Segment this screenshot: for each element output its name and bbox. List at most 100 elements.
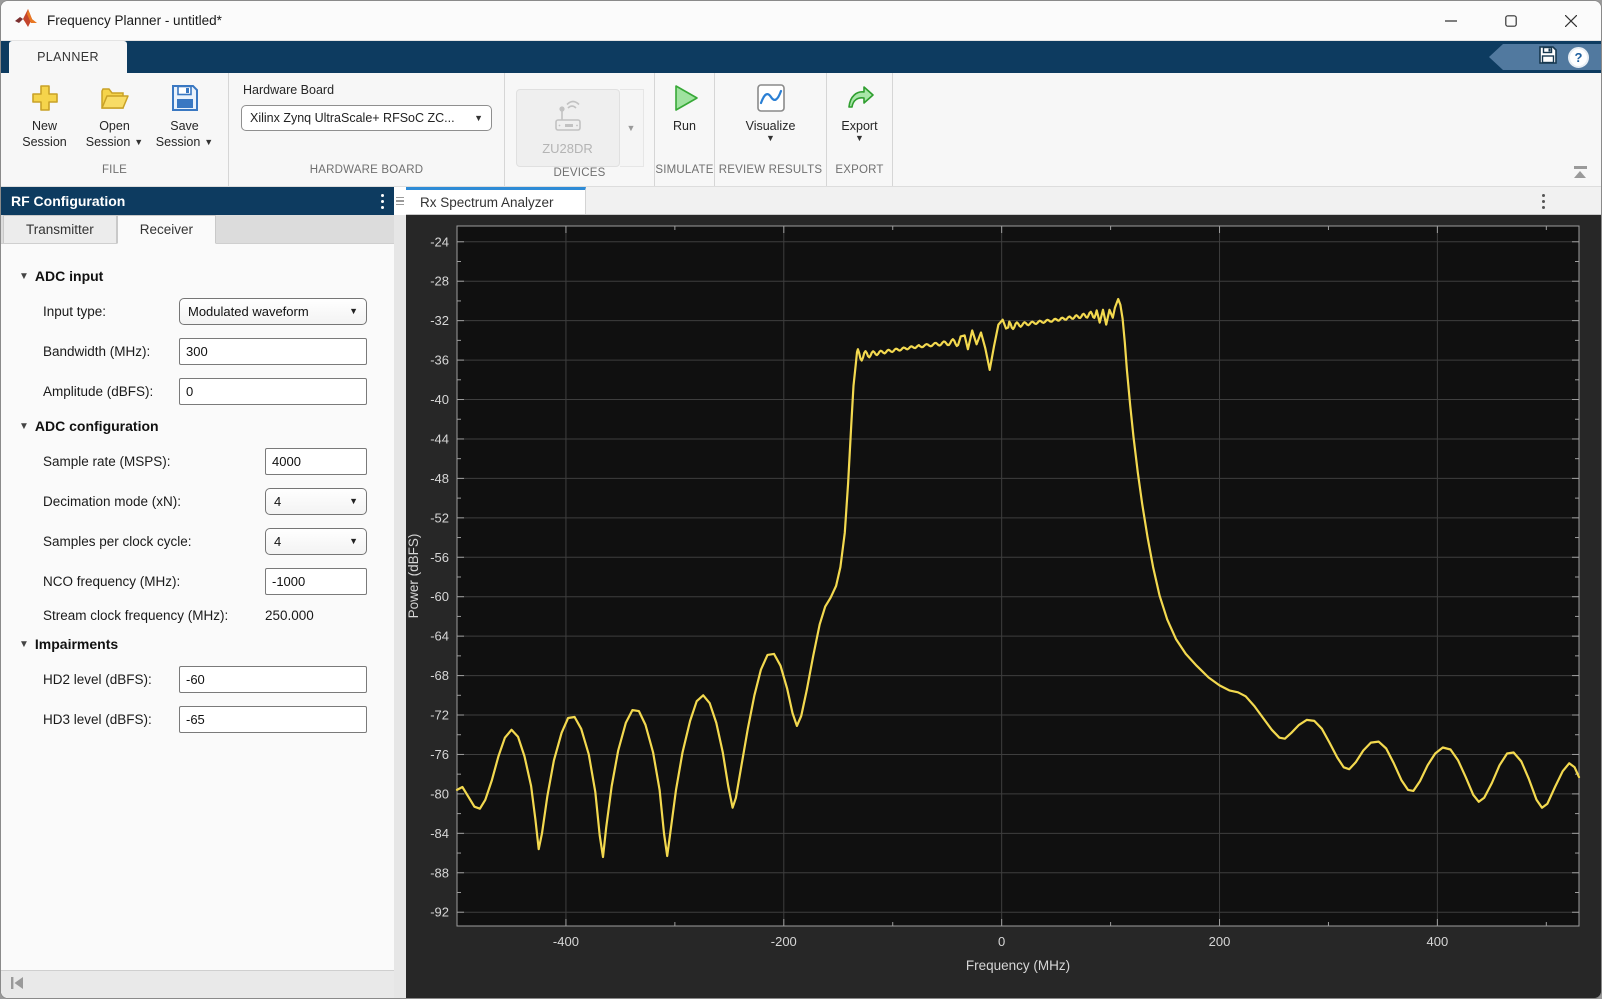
export-icon (845, 83, 875, 118)
field-label: Amplitude (dBFS): (43, 384, 154, 399)
collapse-section-icon[interactable]: ▼ (19, 421, 29, 432)
field-dropdown[interactable]: Modulated waveform ▼ (179, 298, 367, 325)
section-title: Impairments (34, 636, 119, 652)
button-label: Visualize (745, 119, 796, 133)
save-session-button[interactable]: Save Session ▼ (152, 81, 218, 151)
svg-text:200: 200 (1209, 934, 1231, 949)
field-label: NCO frequency (MHz): (43, 574, 181, 589)
svg-text:-76: -76 (430, 747, 449, 762)
field-label: HD3 level (dBFS): (43, 712, 152, 727)
collapse-section-icon[interactable]: ▼ (19, 271, 29, 282)
drag-handle-icon[interactable] (394, 187, 406, 215)
field-input[interactable] (179, 338, 367, 365)
collapse-panel-icon[interactable] (9, 976, 25, 995)
group-simulate: Run SIMULATE (655, 73, 715, 186)
panel-menu-icon[interactable] (381, 193, 384, 209)
new-session-button[interactable]: New Session (12, 81, 78, 151)
open-session-button[interactable]: Open Session ▼ (82, 81, 148, 151)
spectrum-chart[interactable]: -400 -200 0 200 400 -24 -28 -32 -36 -40 -44 -48 -52 -… (406, 215, 1602, 999)
hardware-board-dropdown[interactable]: Xilinx Zynq UltraScale+ RFSoC ZC... ▼ (241, 105, 492, 131)
collapse-ribbon-button[interactable] (1571, 166, 1589, 180)
field-label: Input type: (43, 304, 107, 319)
group-label-devices: DEVICES (553, 167, 606, 179)
form-row: Sample rate (MSPS): (43, 448, 367, 475)
chevron-down-icon: ▼ (855, 133, 864, 144)
new-session-icon (30, 83, 60, 118)
svg-text:-36: -36 (430, 353, 449, 368)
device-name: ZU28DR (542, 141, 593, 156)
maximize-button[interactable] (1481, 1, 1541, 40)
field-input[interactable] (265, 568, 367, 595)
chevron-down-icon: ▼ (349, 536, 358, 546)
svg-text:-72: -72 (430, 708, 449, 723)
config-form: ▼ ADC input Input type: Modulated waveform ▼… (1, 244, 394, 970)
minimize-button[interactable] (1421, 1, 1481, 40)
form-row: Stream clock frequency (MHz): 250.000 (43, 608, 367, 623)
quick-save-icon[interactable] (1538, 45, 1558, 70)
chevron-down-icon: ▼ (204, 136, 214, 147)
section-header[interactable]: ▼ Impairments (19, 636, 394, 652)
button-label: Session (155, 135, 201, 150)
collapse-section-icon[interactable]: ▼ (19, 639, 29, 650)
field-label: Stream clock frequency (MHz): (43, 608, 229, 623)
run-icon (670, 83, 700, 118)
svg-text:-28: -28 (430, 274, 449, 289)
section-header[interactable]: ▼ ADC input (19, 268, 394, 284)
tab-rx-spectrum-analyzer[interactable]: Rx Spectrum Analyzer (406, 187, 586, 214)
tab-transmitter[interactable]: Transmitter (3, 215, 117, 243)
group-label-file: FILE (101, 164, 128, 176)
field-label: Sample rate (MSPS): (43, 454, 171, 469)
group-file: New Session Open Session ▼ Save Session … (1, 73, 229, 186)
button-label: Save (170, 119, 199, 133)
svg-text:-80: -80 (430, 786, 449, 801)
chevron-down-icon: ▼ (474, 112, 483, 123)
form-row: HD2 level (dBFS): (43, 666, 367, 693)
device-gallery-item[interactable]: ZU28DR (515, 89, 620, 167)
sdr-device-icon (548, 100, 588, 139)
field-dropdown[interactable]: 4 ▼ (265, 488, 367, 515)
group-devices: ZU28DR ▼ DEVICES (505, 73, 655, 186)
panel-title: RF Configuration (11, 193, 126, 209)
field-input[interactable] (179, 706, 367, 733)
panel-divider[interactable] (394, 187, 406, 998)
chevron-down-icon: ▼ (626, 122, 636, 133)
visualize-icon (756, 83, 786, 118)
close-button[interactable] (1541, 1, 1601, 40)
quick-access-toolbar: ? (1489, 44, 1601, 70)
svg-text:-64: -64 (430, 629, 449, 644)
svg-text:-400: -400 (553, 934, 579, 949)
help-icon[interactable]: ? (1568, 46, 1589, 68)
app-window: Frequency Planner - untitled* PLANNER ? … (0, 0, 1602, 999)
field-label: Decimation mode (xN): (43, 494, 182, 509)
svg-text:Power (dBFS): Power (dBFS) (406, 534, 421, 619)
visualize-button[interactable]: Visualize ▼ (726, 81, 816, 143)
form-row: Decimation mode (xN): 4 ▼ (43, 488, 367, 515)
button-label: Open (99, 119, 130, 133)
svg-text:-68: -68 (430, 668, 449, 683)
run-button[interactable]: Run (658, 81, 712, 134)
tab-receiver[interactable]: Receiver (116, 215, 217, 244)
panel-footer (1, 970, 394, 998)
tab-planner[interactable]: PLANNER (9, 41, 127, 73)
titlebar: Frequency Planner - untitled* (1, 1, 1601, 41)
dropdown-value: 4 (274, 494, 282, 509)
field-input[interactable] (179, 666, 367, 693)
field-input[interactable] (265, 448, 367, 475)
svg-text:-40: -40 (430, 392, 449, 407)
spectrum-plot[interactable]: -400 -200 0 200 400 -24 -28 -32 -36 -40 -44 -48 -52 -… (406, 215, 1602, 999)
chevron-down-icon: ▼ (349, 496, 358, 506)
plot-menu-icon[interactable] (1542, 194, 1545, 209)
device-gallery-dropdown[interactable]: ▼ (619, 89, 644, 167)
collapse-ribbon-icon (1573, 166, 1587, 169)
chevron-down-icon: ▼ (766, 133, 775, 144)
button-label: New (31, 119, 57, 133)
button-label: Run (673, 119, 696, 133)
save-disk-icon (170, 83, 200, 118)
section-title: ADC input (34, 268, 104, 284)
field-input[interactable] (179, 378, 367, 405)
field-dropdown[interactable]: 4 ▼ (265, 528, 367, 555)
export-button[interactable]: Export ▼ (830, 81, 890, 143)
svg-text:-60: -60 (430, 589, 449, 604)
section-header[interactable]: ▼ ADC configuration (19, 418, 394, 434)
